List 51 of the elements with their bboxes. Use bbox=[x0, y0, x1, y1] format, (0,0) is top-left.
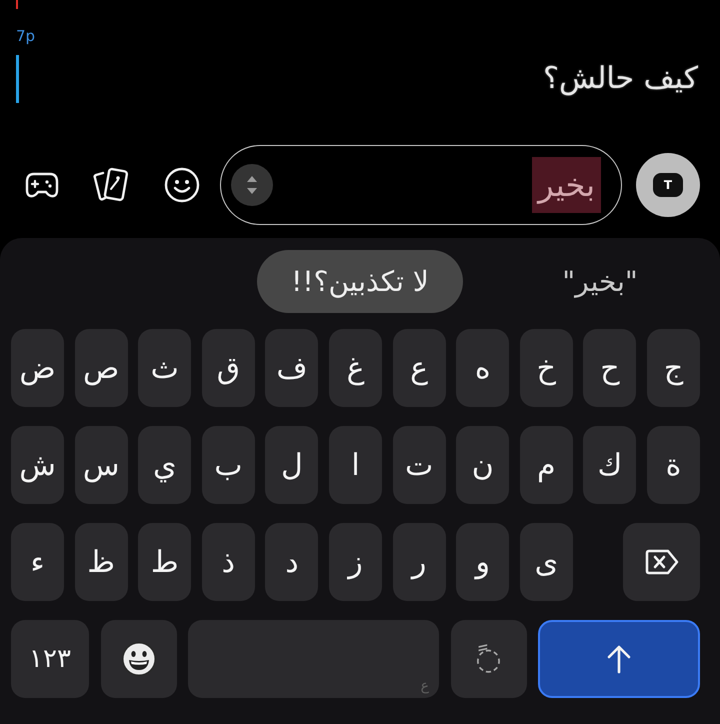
letter-key[interactable]: ل bbox=[265, 426, 318, 504]
letter-key[interactable]: م bbox=[520, 426, 573, 504]
letter-key[interactable]: ا bbox=[329, 426, 382, 504]
caret-line bbox=[16, 55, 19, 103]
letter-key[interactable]: ث bbox=[138, 329, 192, 407]
letter-key[interactable]: ش bbox=[11, 426, 64, 504]
diacritic-key[interactable]: ◌ً bbox=[450, 620, 526, 698]
letter-key[interactable]: ض bbox=[11, 329, 64, 407]
letter-key[interactable]: ه bbox=[456, 329, 510, 407]
letter-key[interactable]: ص bbox=[74, 329, 128, 407]
letter-key[interactable]: و bbox=[456, 523, 510, 601]
letter-key[interactable]: ك bbox=[583, 426, 636, 504]
letter-key[interactable]: ط bbox=[138, 523, 192, 601]
letter-key[interactable]: ف bbox=[265, 329, 318, 407]
letter-key[interactable]: ج bbox=[647, 329, 700, 407]
letter-key[interactable]: ح bbox=[583, 329, 636, 407]
letter-key[interactable]: د bbox=[265, 523, 318, 601]
letter-key[interactable]: ظ bbox=[74, 523, 128, 601]
letter-key[interactable]: غ bbox=[329, 329, 382, 407]
letter-key[interactable]: ب bbox=[202, 426, 255, 504]
arrow-up-icon bbox=[607, 644, 631, 674]
letter-key[interactable]: ر bbox=[392, 523, 446, 601]
letter-key[interactable]: ى bbox=[520, 523, 573, 601]
letter-key[interactable]: ق bbox=[202, 329, 255, 407]
message-text: كيف حالش؟ bbox=[543, 60, 698, 98]
game-controller-icon[interactable] bbox=[25, 171, 59, 199]
time-label: 7p bbox=[16, 27, 36, 45]
letter-key[interactable]: خ bbox=[520, 329, 573, 407]
backspace-icon bbox=[644, 548, 680, 576]
suggestion-chip[interactable]: لا تكذبين؟!! bbox=[257, 250, 463, 313]
letter-key[interactable]: س bbox=[74, 426, 128, 504]
cards-icon[interactable] bbox=[92, 167, 131, 203]
letter-key[interactable]: ت bbox=[392, 426, 446, 504]
suggestion[interactable]: "بخير" bbox=[562, 265, 638, 298]
letter-key[interactable]: ء bbox=[11, 523, 64, 601]
letter-key[interactable]: ة bbox=[647, 426, 700, 504]
input-value: بخير bbox=[532, 157, 601, 213]
letter-key[interactable]: ي bbox=[138, 426, 192, 504]
emoji-key[interactable] bbox=[100, 620, 176, 698]
backspace-key[interactable] bbox=[623, 523, 700, 601]
message-input[interactable]: بخير bbox=[220, 145, 622, 225]
letter-key[interactable]: ع bbox=[392, 329, 446, 407]
smiley-icon[interactable] bbox=[164, 167, 200, 203]
camera-button[interactable]: T bbox=[636, 153, 700, 217]
up-down-icon[interactable] bbox=[231, 164, 273, 206]
letter-key[interactable]: ذ bbox=[202, 523, 255, 601]
numbers-key[interactable]: ١٢٣ bbox=[11, 620, 89, 698]
top-tick bbox=[16, 0, 18, 9]
grinning-face-icon bbox=[120, 641, 156, 677]
letter-key[interactable]: ن bbox=[456, 426, 510, 504]
letter-key[interactable]: ز bbox=[329, 523, 382, 601]
